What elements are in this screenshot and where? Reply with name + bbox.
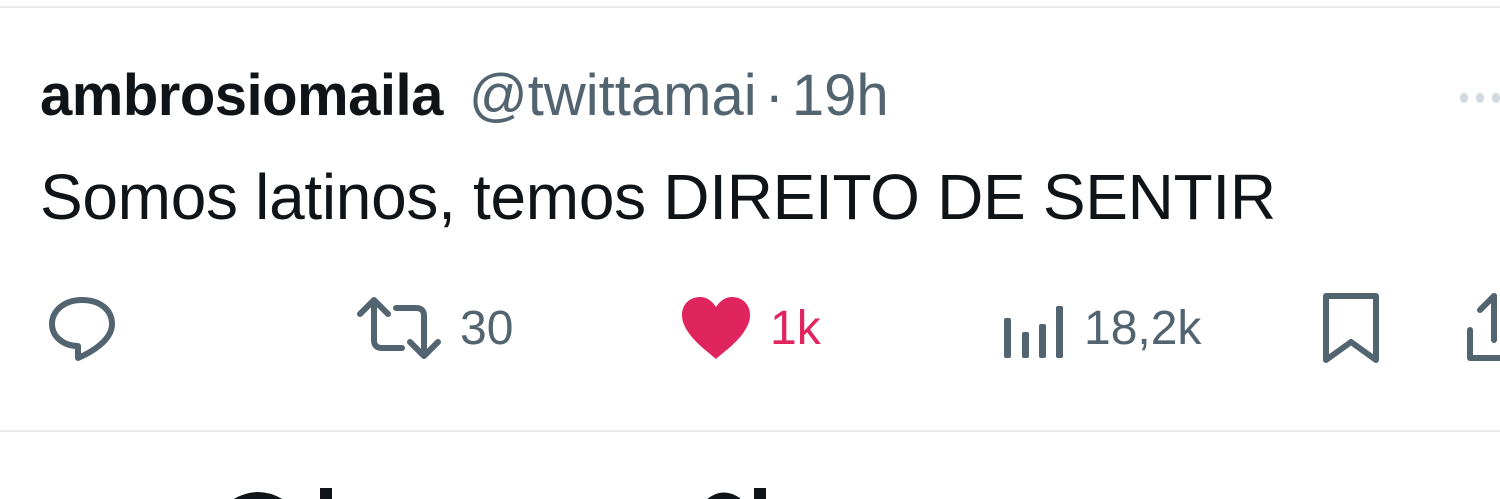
next-tweet-partial <box>0 470 1500 499</box>
bookmark-icon <box>1323 293 1379 363</box>
retweet-count: 30 <box>460 301 514 355</box>
reply-button[interactable] <box>44 288 120 368</box>
like-count: 1k <box>770 301 821 355</box>
user-handle[interactable]: @twittamai <box>469 62 757 129</box>
views-button[interactable]: 18,2k <box>1002 288 1201 368</box>
timestamp[interactable]: 19h <box>792 62 889 129</box>
separator-dot: · <box>764 63 784 128</box>
top-divider <box>0 6 1500 8</box>
retweet-icon <box>357 297 441 359</box>
tweet-text: Somos latinos, temos DIREITO DE SENTIR <box>40 161 1276 233</box>
bottom-divider <box>0 430 1500 432</box>
action-bar: 30 1k 18,2k <box>0 288 1500 368</box>
bookmark-button[interactable] <box>1320 288 1382 368</box>
heart-icon <box>682 297 750 359</box>
share-button[interactable] <box>1464 288 1500 368</box>
views-icon <box>1004 306 1063 358</box>
views-count: 18,2k <box>1084 301 1202 355</box>
tweet-header: ambrosiomaila @twittamai · 19h <box>40 62 889 129</box>
display-name[interactable]: ambrosiomaila <box>40 62 443 129</box>
more-options-icon[interactable] <box>1460 86 1500 110</box>
retweet-button[interactable]: 30 <box>356 288 513 368</box>
like-button[interactable]: 1k <box>680 288 821 368</box>
reply-icon <box>49 297 115 361</box>
share-icon <box>1467 293 1500 361</box>
